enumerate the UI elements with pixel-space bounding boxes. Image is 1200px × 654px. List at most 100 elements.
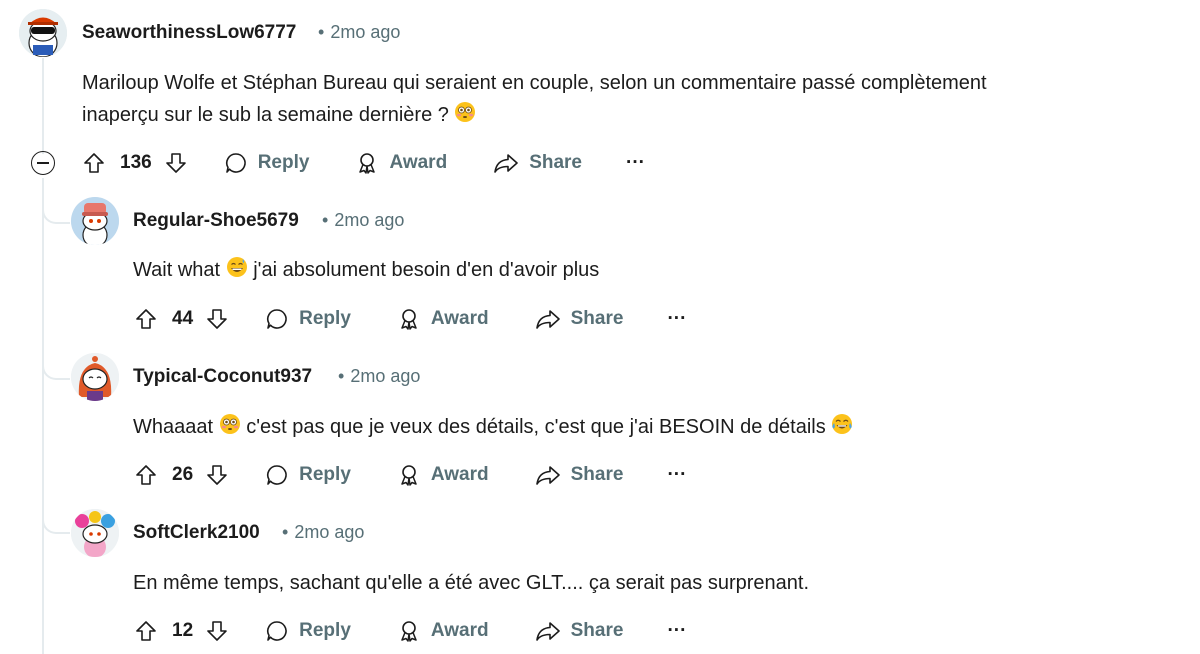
time: 2mo ago	[334, 210, 405, 230]
comment-body: Mariloup Wolfe et Stéphan Bureau qui ser…	[82, 67, 1162, 133]
collapse-thread-button[interactable]	[31, 151, 55, 175]
award-icon	[359, 153, 376, 174]
flushed-emoji-icon	[454, 101, 476, 133]
share-button[interactable]: Share	[535, 463, 624, 487]
comment-text: Mariloup Wolfe et Stéphan Bureau qui ser…	[82, 72, 987, 94]
tears-of-joy-emoji-icon	[831, 413, 853, 445]
comment-body: Wait what j'ai absolument besoin d'en d'…	[133, 254, 1163, 288]
award-label: Award	[430, 620, 489, 641]
avatar[interactable]	[71, 353, 119, 401]
award-icon	[401, 309, 417, 330]
username[interactable]: SeaworthinessLow6777	[82, 22, 296, 44]
avatar[interactable]	[71, 197, 119, 245]
comment-actions: 12 Reply Award Share ···	[134, 615, 686, 647]
vote-score: 44	[172, 308, 194, 329]
upvote-button[interactable]	[134, 307, 158, 331]
award-label: Award	[430, 464, 489, 485]
downvote-icon	[165, 153, 186, 173]
thread-line	[42, 178, 44, 654]
comment-actions: 44 Reply Award Share ···	[134, 303, 686, 335]
award-button[interactable]: Award	[397, 619, 489, 643]
downvote-icon	[207, 621, 227, 641]
timestamp: • 2mo ago	[318, 22, 400, 43]
share-icon	[494, 154, 518, 173]
reply-button[interactable]: Reply	[224, 151, 309, 175]
award-button[interactable]: Award	[355, 151, 447, 175]
reply-label: Reply	[299, 464, 351, 485]
comment-text: Whaaaat	[133, 416, 214, 438]
upvote-icon	[136, 465, 156, 485]
comment-text: j'ai absolument besoin d'en d'avoir plus	[253, 259, 600, 281]
upvote-button[interactable]	[82, 151, 106, 175]
downvote-button[interactable]	[205, 307, 229, 331]
vote-score: 12	[172, 620, 194, 641]
downvote-button[interactable]	[205, 619, 229, 643]
more-icon: ···	[667, 620, 687, 641]
comment-text: inaperçu sur le sub la semaine dernière …	[82, 104, 449, 126]
thread-connector	[42, 356, 70, 380]
separator: •	[282, 522, 289, 542]
comment-bubble-icon	[267, 465, 287, 485]
award-icon	[401, 621, 417, 642]
vote-score: 26	[172, 464, 194, 485]
timestamp: • 2mo ago	[322, 210, 404, 231]
upvote-icon	[136, 621, 156, 641]
award-button[interactable]: Award	[397, 307, 489, 331]
avatar[interactable]	[19, 9, 67, 57]
thread-connector	[42, 200, 70, 224]
award-button[interactable]: Award	[397, 463, 489, 487]
upvote-button[interactable]	[134, 463, 158, 487]
more-icon: ···	[667, 308, 687, 329]
upvote-button[interactable]	[134, 619, 158, 643]
username[interactable]: Typical-Coconut937	[133, 366, 312, 388]
flushed-emoji-icon	[219, 413, 241, 445]
more-options-button[interactable]: ···	[626, 152, 645, 174]
more-icon: ···	[626, 152, 645, 173]
comment-body: En même temps, sachant qu'elle a été ave…	[133, 567, 1163, 599]
thread-line	[42, 58, 44, 154]
username[interactable]: Regular-Shoe5679	[133, 210, 299, 232]
award-label: Award	[389, 152, 448, 173]
timestamp: • 2mo ago	[338, 366, 420, 387]
comment-actions: 136 Reply Award Share ···	[82, 147, 645, 179]
time: 2mo ago	[350, 366, 421, 386]
reply-label: Reply	[299, 620, 351, 641]
comment-actions: 26 Reply Award Share ···	[134, 459, 686, 491]
comment-bubble-icon	[225, 153, 246, 173]
reply-button[interactable]: Reply	[265, 307, 351, 331]
more-icon: ···	[667, 464, 687, 485]
comment-text: En même temps, sachant qu'elle a été ave…	[133, 572, 810, 594]
avatar[interactable]	[71, 509, 119, 557]
more-options-button[interactable]: ···	[667, 464, 686, 486]
share-label: Share	[570, 308, 624, 329]
share-button[interactable]: Share	[535, 619, 624, 643]
share-icon	[535, 310, 560, 329]
share-label: Share	[570, 464, 624, 485]
more-options-button[interactable]: ···	[667, 620, 686, 642]
share-label: Share	[570, 620, 624, 641]
reply-button[interactable]: Reply	[265, 619, 351, 643]
share-icon	[535, 622, 560, 641]
time: 2mo ago	[330, 22, 401, 42]
timestamp: • 2mo ago	[282, 522, 364, 543]
grinning-sweat-emoji-icon	[226, 256, 248, 288]
reply-button[interactable]: Reply	[265, 463, 351, 487]
username[interactable]: SoftClerk2100	[133, 522, 260, 544]
vote-score: 136	[120, 152, 152, 173]
downvote-icon	[207, 465, 227, 485]
award-icon	[401, 465, 417, 486]
share-button[interactable]: Share	[493, 151, 582, 175]
more-options-button[interactable]: ···	[667, 308, 686, 330]
downvote-button[interactable]	[205, 463, 229, 487]
comment-body: Whaaaat c'est pas que je veux des détail…	[133, 411, 1163, 445]
separator: •	[338, 366, 345, 386]
separator: •	[322, 210, 329, 230]
comment-bubble-icon	[267, 309, 287, 329]
time: 2mo ago	[294, 522, 365, 542]
downvote-button[interactable]	[164, 151, 188, 175]
share-button[interactable]: Share	[535, 307, 624, 331]
upvote-icon	[84, 153, 104, 173]
upvote-icon	[136, 309, 156, 329]
reply-label: Reply	[299, 308, 351, 329]
comment-bubble-icon	[267, 621, 287, 641]
